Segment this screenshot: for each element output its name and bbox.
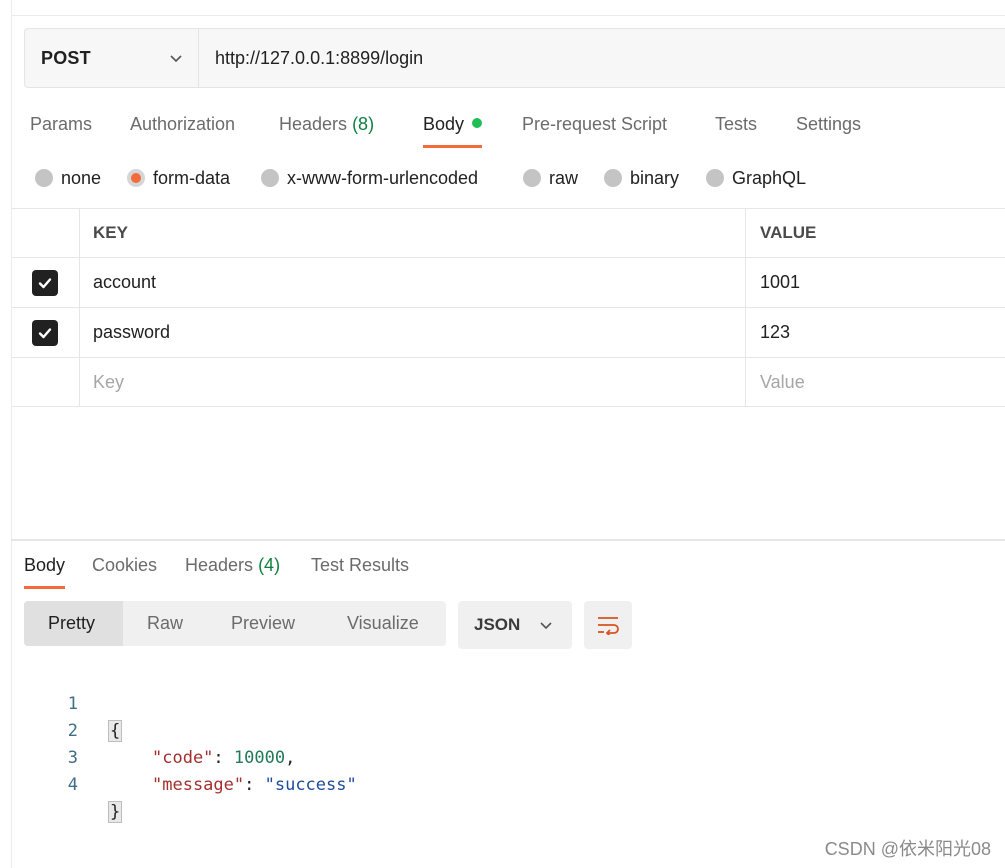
response-tab-cookies[interactable]: Cookies bbox=[92, 552, 157, 589]
code-line: 2 "code": 10000, bbox=[24, 691, 296, 768]
view-pretty-button[interactable]: Pretty bbox=[24, 601, 123, 646]
row-value-input[interactable]: 1001 bbox=[746, 258, 1005, 307]
radio-x-www-form-urlencoded[interactable]: x-www-form-urlencoded bbox=[261, 165, 478, 191]
code-line: 1 { bbox=[24, 664, 123, 742]
radio-raw[interactable]: raw bbox=[523, 165, 578, 191]
request-response-splitter[interactable] bbox=[11, 539, 1005, 541]
check-icon bbox=[38, 277, 52, 288]
table-row: password 123 bbox=[11, 308, 1005, 358]
view-visualize-button[interactable]: Visualize bbox=[323, 601, 443, 646]
row-key-input[interactable]: password bbox=[80, 308, 746, 357]
new-key-input[interactable]: Key bbox=[80, 358, 746, 406]
tab-pre-request-script[interactable]: Pre-request Script bbox=[522, 108, 667, 148]
radio-none[interactable]: none bbox=[35, 165, 101, 191]
tab-tests[interactable]: Tests bbox=[715, 108, 757, 148]
tab-body[interactable]: Body bbox=[423, 108, 483, 148]
wrap-lines-button[interactable] bbox=[584, 601, 632, 649]
tab-label: Headers bbox=[279, 114, 348, 134]
response-tab-test-results[interactable]: Test Results bbox=[311, 552, 409, 589]
tab-label: Params bbox=[30, 114, 93, 134]
tab-settings[interactable]: Settings bbox=[796, 108, 861, 148]
chevron-down-icon bbox=[540, 622, 552, 630]
tab-label: Body bbox=[24, 555, 66, 575]
response-headers-count: (4) bbox=[258, 555, 281, 575]
tab-headers[interactable]: Headers (8) bbox=[279, 108, 374, 148]
radio-circle bbox=[523, 169, 541, 187]
column-header-key: KEY bbox=[80, 209, 746, 257]
open-brace: { bbox=[108, 720, 123, 742]
radio-circle bbox=[261, 169, 279, 187]
row-checkbox[interactable] bbox=[32, 269, 58, 296]
tab-params[interactable]: Params bbox=[30, 108, 92, 148]
row-key-input[interactable]: account bbox=[80, 258, 746, 307]
url-input[interactable]: http://127.0.0.1:8899/login bbox=[199, 29, 1005, 87]
form-data-table: KEY VALUE account 1001 password 123 Key … bbox=[11, 208, 1005, 407]
row-check-cell bbox=[11, 358, 80, 406]
tab-label: Settings bbox=[796, 114, 862, 134]
table-row-empty: Key Value bbox=[11, 358, 1005, 407]
view-raw-button[interactable]: Raw bbox=[123, 601, 207, 646]
line-number: 4 bbox=[67, 775, 78, 795]
response-tab-headers[interactable]: Headers (4) bbox=[185, 552, 280, 589]
wrap-lines-icon bbox=[598, 617, 619, 635]
row-value-input[interactable]: 123 bbox=[746, 308, 1005, 357]
radio-label: form-data bbox=[153, 167, 231, 188]
method-label: POST bbox=[41, 47, 91, 68]
radio-circle bbox=[35, 169, 53, 187]
tab-label: Headers bbox=[185, 555, 254, 575]
json-number-value: 10000 bbox=[233, 748, 286, 768]
radio-circle bbox=[706, 169, 724, 187]
row-checkbox[interactable] bbox=[32, 319, 58, 346]
request-bar: POST http://127.0.0.1:8899/login bbox=[24, 28, 1005, 88]
json-key: "message" bbox=[152, 775, 245, 795]
table-header-row: KEY VALUE bbox=[11, 208, 1005, 258]
tab-authorization[interactable]: Authorization bbox=[130, 108, 235, 148]
format-label: JSON bbox=[474, 615, 521, 634]
radio-label: binary bbox=[630, 167, 680, 188]
radio-graphql[interactable]: GraphQL bbox=[706, 165, 806, 191]
code-line: 3 "message": "success" bbox=[24, 718, 357, 795]
radio-label: none bbox=[61, 167, 102, 188]
view-mode-group: Pretty Raw Preview Visualize bbox=[24, 601, 446, 646]
header-check-cell bbox=[11, 209, 80, 257]
json-key: "code" bbox=[152, 748, 214, 768]
tab-label: Authorization bbox=[130, 114, 236, 134]
check-icon bbox=[38, 327, 52, 338]
radio-circle-selected bbox=[127, 169, 145, 187]
new-value-input[interactable]: Value bbox=[746, 358, 1005, 406]
code-line: 4 } bbox=[24, 745, 123, 823]
response-tab-body[interactable]: Body bbox=[24, 552, 66, 589]
body-status-dot bbox=[472, 118, 483, 128]
view-preview-button[interactable]: Preview bbox=[207, 601, 323, 646]
json-string-value: "success" bbox=[264, 775, 357, 795]
response-body-viewer[interactable]: 1 { 2 "code": 10000, 3 "message": "succe… bbox=[24, 664, 357, 823]
left-divider bbox=[11, 0, 12, 868]
tab-label: Cookies bbox=[92, 555, 158, 575]
tab-label: Test Results bbox=[311, 555, 410, 575]
radio-form-data[interactable]: form-data bbox=[127, 165, 230, 191]
radio-label: raw bbox=[549, 167, 579, 188]
radio-label: GraphQL bbox=[732, 167, 807, 188]
radio-circle bbox=[604, 169, 622, 187]
radio-label: x-www-form-urlencoded bbox=[287, 167, 479, 188]
tab-label: Body bbox=[423, 114, 465, 134]
chevron-down-icon bbox=[170, 55, 182, 63]
row-check-cell bbox=[11, 258, 80, 307]
tab-label: Pre-request Script bbox=[522, 114, 668, 134]
headers-count: (8) bbox=[352, 114, 375, 134]
watermark: CSDN @依米阳光08 bbox=[824, 839, 991, 859]
tab-label: Tests bbox=[715, 114, 758, 134]
close-brace: } bbox=[108, 801, 123, 823]
row-check-cell bbox=[11, 308, 80, 357]
method-select[interactable]: POST bbox=[25, 29, 199, 87]
format-select[interactable]: JSON bbox=[458, 601, 572, 649]
top-divider bbox=[11, 15, 1005, 16]
column-header-value: VALUE bbox=[760, 223, 817, 242]
radio-binary[interactable]: binary bbox=[604, 165, 679, 191]
table-row: account 1001 bbox=[11, 258, 1005, 308]
